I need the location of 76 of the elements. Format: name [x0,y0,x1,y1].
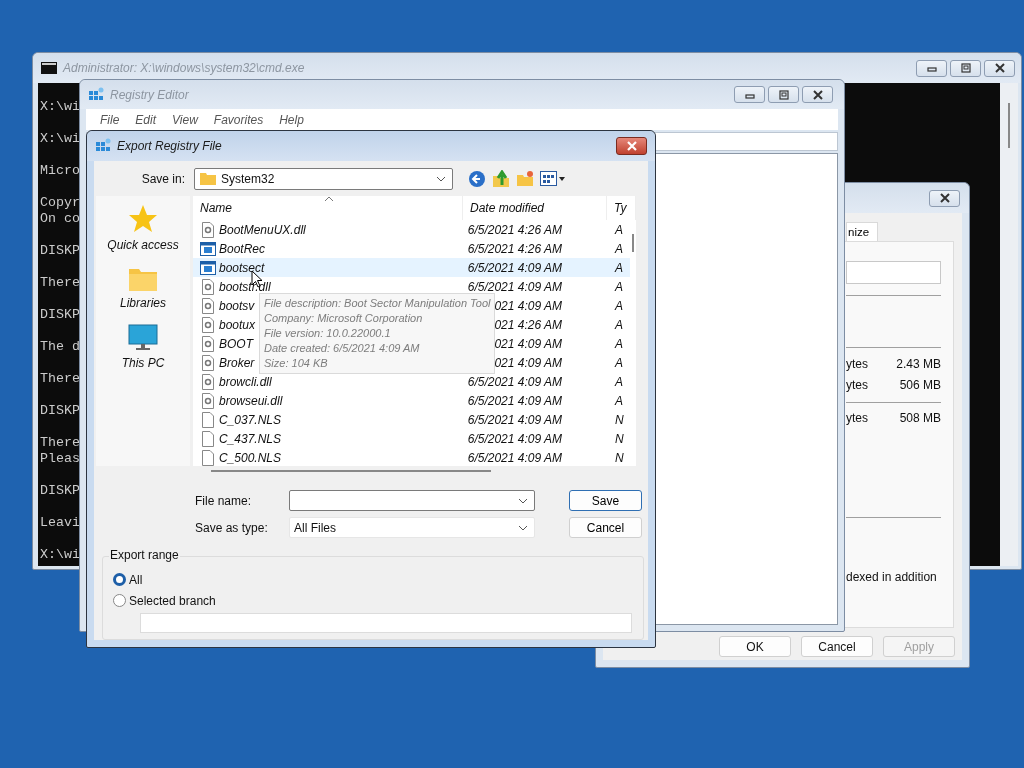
console-line: Copyr [40,195,80,211]
file-type: A [613,393,624,408]
file-name-label: File name: [195,493,253,508]
date-modified: 6/5/2021 4:09 AM [467,450,562,465]
size-label: ytes [846,377,868,394]
file-name: BootMenuUX.dll [219,222,306,237]
date-modified: 6/5/2021 4:09 AM [467,431,562,446]
console-line: DISKP [40,403,80,419]
radio-label: Selected branch [129,593,216,608]
file-name: C_437.NLS [219,431,282,446]
file-type: N [614,431,625,446]
window-title: Administrator: X:\windows\system32\cmd.exe [63,61,305,75]
console-line: DISKP [40,483,80,499]
console-line: DISKP [40,243,80,259]
save-in-label: Save in: [140,172,185,186]
tooltip-line: File description: Boot Sector Manipulation Tool [264,296,491,311]
date-modified: 021 4:09 AM [494,336,562,351]
file-type: A [613,355,624,370]
console-line: There [40,435,80,451]
date-modified: 6/5/2021 4:26 AM [467,222,562,237]
file-type: A [613,317,624,332]
save-as-type-label: Save as type: [195,520,269,535]
file-type: A [613,260,624,275]
console-line: There [40,275,80,291]
radio-label: All [129,572,143,587]
console-line: There [40,371,80,387]
date-modified: 6/5/2021 4:26 AM [467,241,562,256]
file-type: A [613,279,624,294]
file-name: BOOT [219,336,253,351]
console-line: Leavi [40,515,80,531]
file-name: Broker [219,355,255,370]
window-title: Registry Editor [110,87,189,102]
tooltip-line: Company: Microsoft Corporation [264,311,424,326]
console-line: X:\wi [40,99,80,115]
file-type: A [613,336,624,351]
tooltip-line: File version: 10.0.22000.1 [264,326,392,341]
console-line: X:\wi [40,131,80,147]
tooltip-line: Date created: 6/5/2021 4:09 AM [264,341,421,356]
date-modified: 6/5/2021 4:09 AM [467,374,562,389]
size-value: 506 MB [899,377,941,394]
console-line: X:\wi [40,547,80,563]
file-type: N [614,450,625,465]
file-name: bootsv [219,298,255,313]
file-name: C_500.NLS [219,450,282,465]
attribute-text: dexed in addition [846,570,938,584]
file-name: bootsect [219,260,265,275]
console-line: Micro [40,163,80,179]
file-name: C_037.NLS [219,412,282,427]
file-name: bootux [219,317,256,332]
tooltip-line: Size: 104 KB [264,356,329,371]
size-label: ytes [846,356,868,373]
date-modified: 021 4:09 AM [494,355,562,370]
size-value: 2.43 MB [896,356,941,373]
file-type: A [613,241,624,256]
file-name: bootstr.dll [219,279,271,294]
file-type: A [613,298,624,313]
file-name: browcli.dll [219,374,272,389]
console-line: Pleas [40,451,80,467]
size-label: ytes [846,410,868,427]
group-title: Export range [109,548,180,562]
dialog-title: Export Registry File [117,139,222,153]
date-modified: 6/5/2021 4:09 AM [467,393,562,408]
date-modified: 021 4:09 AM [494,298,562,313]
file-type: N [614,412,625,427]
console-line: The d [40,339,80,355]
console-line: DISKP [40,307,80,323]
console-line: On co [40,211,80,227]
file-type: A [613,222,624,237]
file-name: browseui.dll [219,393,283,408]
date-modified: 6/5/2021 4:09 AM [467,260,562,275]
file-name: BootRec [219,241,266,256]
date-modified: 6/5/2021 4:09 AM [467,279,562,294]
file-type: A [613,374,624,389]
date-modified: 021 4:26 AM [494,317,562,332]
size-value: 508 MB [899,410,941,427]
date-modified: 6/5/2021 4:09 AM [467,412,562,427]
